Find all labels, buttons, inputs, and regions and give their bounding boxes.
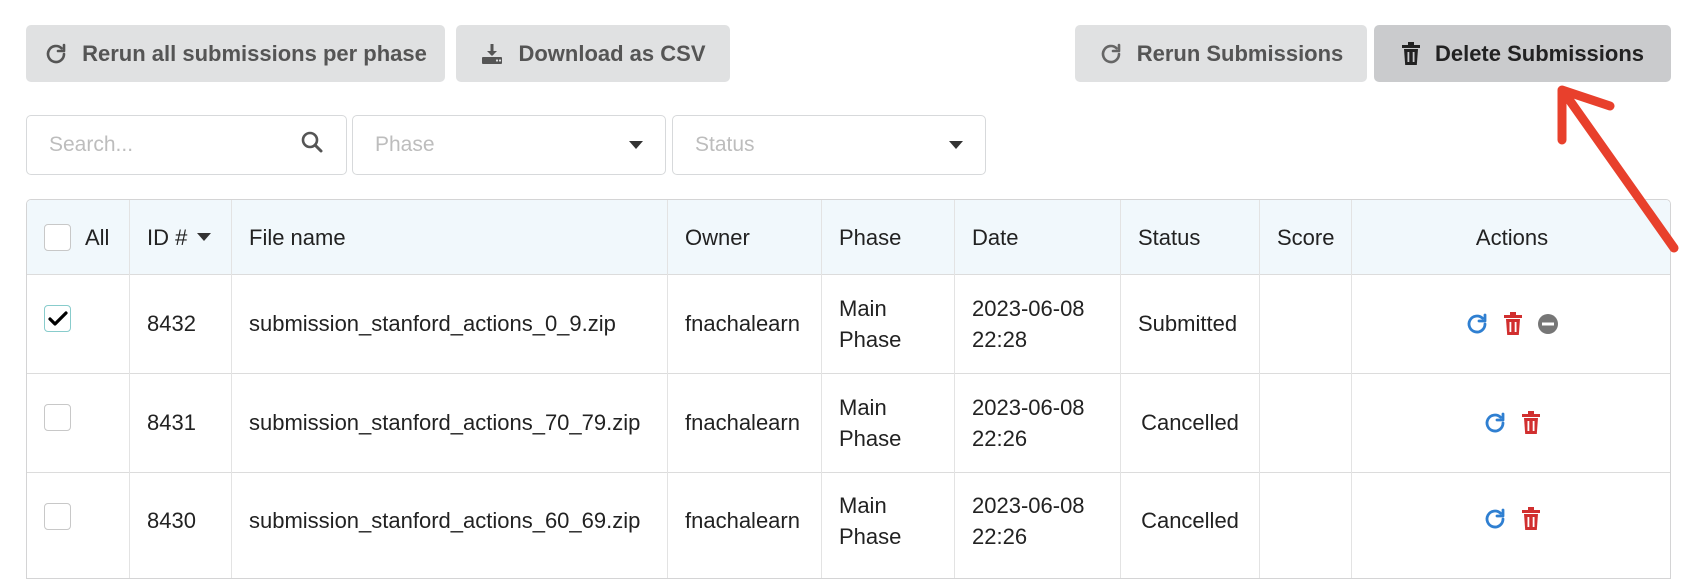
column-header-status[interactable]: Status [1121,200,1260,274]
annotation-arrow-icon [1557,85,1679,253]
delete-icon[interactable] [1521,410,1541,435]
search-placeholder: Search... [49,133,134,156]
rerun-all-submissions-button[interactable]: Rerun all submissions per phase [26,25,445,82]
rerun-submissions-label: Rerun Submissions [1136,40,1344,66]
status-header-label: Status [1138,224,1201,250]
row-checkbox[interactable] [44,503,71,530]
rerun-icon[interactable] [1483,507,1507,531]
select-all-checkbox[interactable] [44,223,71,251]
download-icon [480,42,504,66]
row-checkbox[interactable] [44,305,71,332]
rerun-icon[interactable] [1465,312,1489,336]
status-placeholder: Status [695,133,755,156]
phase-dropdown[interactable]: Phase [352,115,666,175]
owner-header-label: Owner [685,224,750,250]
phase-placeholder: Phase [375,133,435,156]
id-header-label: ID # [147,224,188,250]
owner: fnachalearn [685,508,800,533]
checkmark-icon [47,310,68,326]
delete-icon[interactable] [1521,507,1541,531]
delete-submissions-button[interactable]: Delete Submissions [1374,25,1671,82]
file-name-header-label: File name [249,224,346,250]
rerun-icon[interactable] [1483,411,1507,435]
sort-descending-icon [197,233,212,241]
status-dropdown[interactable]: Status [672,115,986,175]
file-name: submission_stanford_actions_70_79.zip [249,410,641,435]
redo-icon [44,42,68,66]
actions-header-label: Actions [1475,224,1549,250]
column-header-owner[interactable]: Owner [668,200,822,274]
phase: Main Phase [839,493,902,549]
rerun-all-label: Rerun all submissions per phase [82,40,427,66]
column-header-phase[interactable]: Phase [822,200,955,274]
chevron-down-icon [629,141,643,149]
submission-id: 8431 [147,410,196,435]
table-row: 8431 submission_stanford_actions_70_79.z… [27,373,1670,473]
download-csv-label: Download as CSV [518,40,706,66]
search-input[interactable]: Search... [26,115,347,175]
date: 2023-06-08 22:28 [972,295,1085,352]
cancel-icon[interactable] [1537,313,1559,335]
phase: Main Phase [839,394,902,451]
trash-icon [1401,41,1421,66]
column-header-id[interactable]: ID # [130,200,232,274]
delete-submissions-label: Delete Submissions [1434,40,1645,66]
select-all-cell: All [27,200,130,274]
column-header-date[interactable]: Date [955,200,1121,274]
date-header-label: Date [972,224,1019,250]
owner: fnachalearn [685,410,800,435]
download-csv-button[interactable]: Download as CSV [456,25,730,82]
select-all-label: All [85,224,110,250]
search-icon [300,130,324,160]
table-row: 8430 submission_stanford_actions_60_69.z… [27,472,1670,578]
date: 2023-06-08 22:26 [972,394,1085,451]
submission-id: 8430 [147,508,196,533]
status-text: Submitted [1138,311,1238,336]
owner: fnachalearn [685,311,800,336]
file-name: submission_stanford_actions_60_69.zip [249,508,641,533]
delete-icon[interactable] [1503,311,1523,336]
phase-header-label: Phase [839,224,902,250]
table-header-row: All ID # File name Owner Phase Date Stat… [27,200,1670,275]
submissions-table: All ID # File name Owner Phase Date Stat… [26,199,1671,579]
status-text: Cancelled [1141,410,1239,435]
date: 2023-06-08 22:26 [972,493,1085,549]
rerun-submissions-button[interactable]: Rerun Submissions [1075,25,1367,82]
status-text: Cancelled [1141,508,1239,533]
phase: Main Phase [839,295,902,352]
redo-icon [1099,42,1123,66]
score-header-label: Score [1277,224,1335,250]
file-name: submission_stanford_actions_0_9.zip [249,311,616,336]
table-row: 8432 submission_stanford_actions_0_9.zip… [27,274,1670,374]
row-checkbox[interactable] [44,404,71,431]
column-header-file-name[interactable]: File name [232,200,668,274]
submission-id: 8432 [147,311,196,336]
chevron-down-icon [949,141,963,149]
column-header-score[interactable]: Score [1260,200,1352,274]
